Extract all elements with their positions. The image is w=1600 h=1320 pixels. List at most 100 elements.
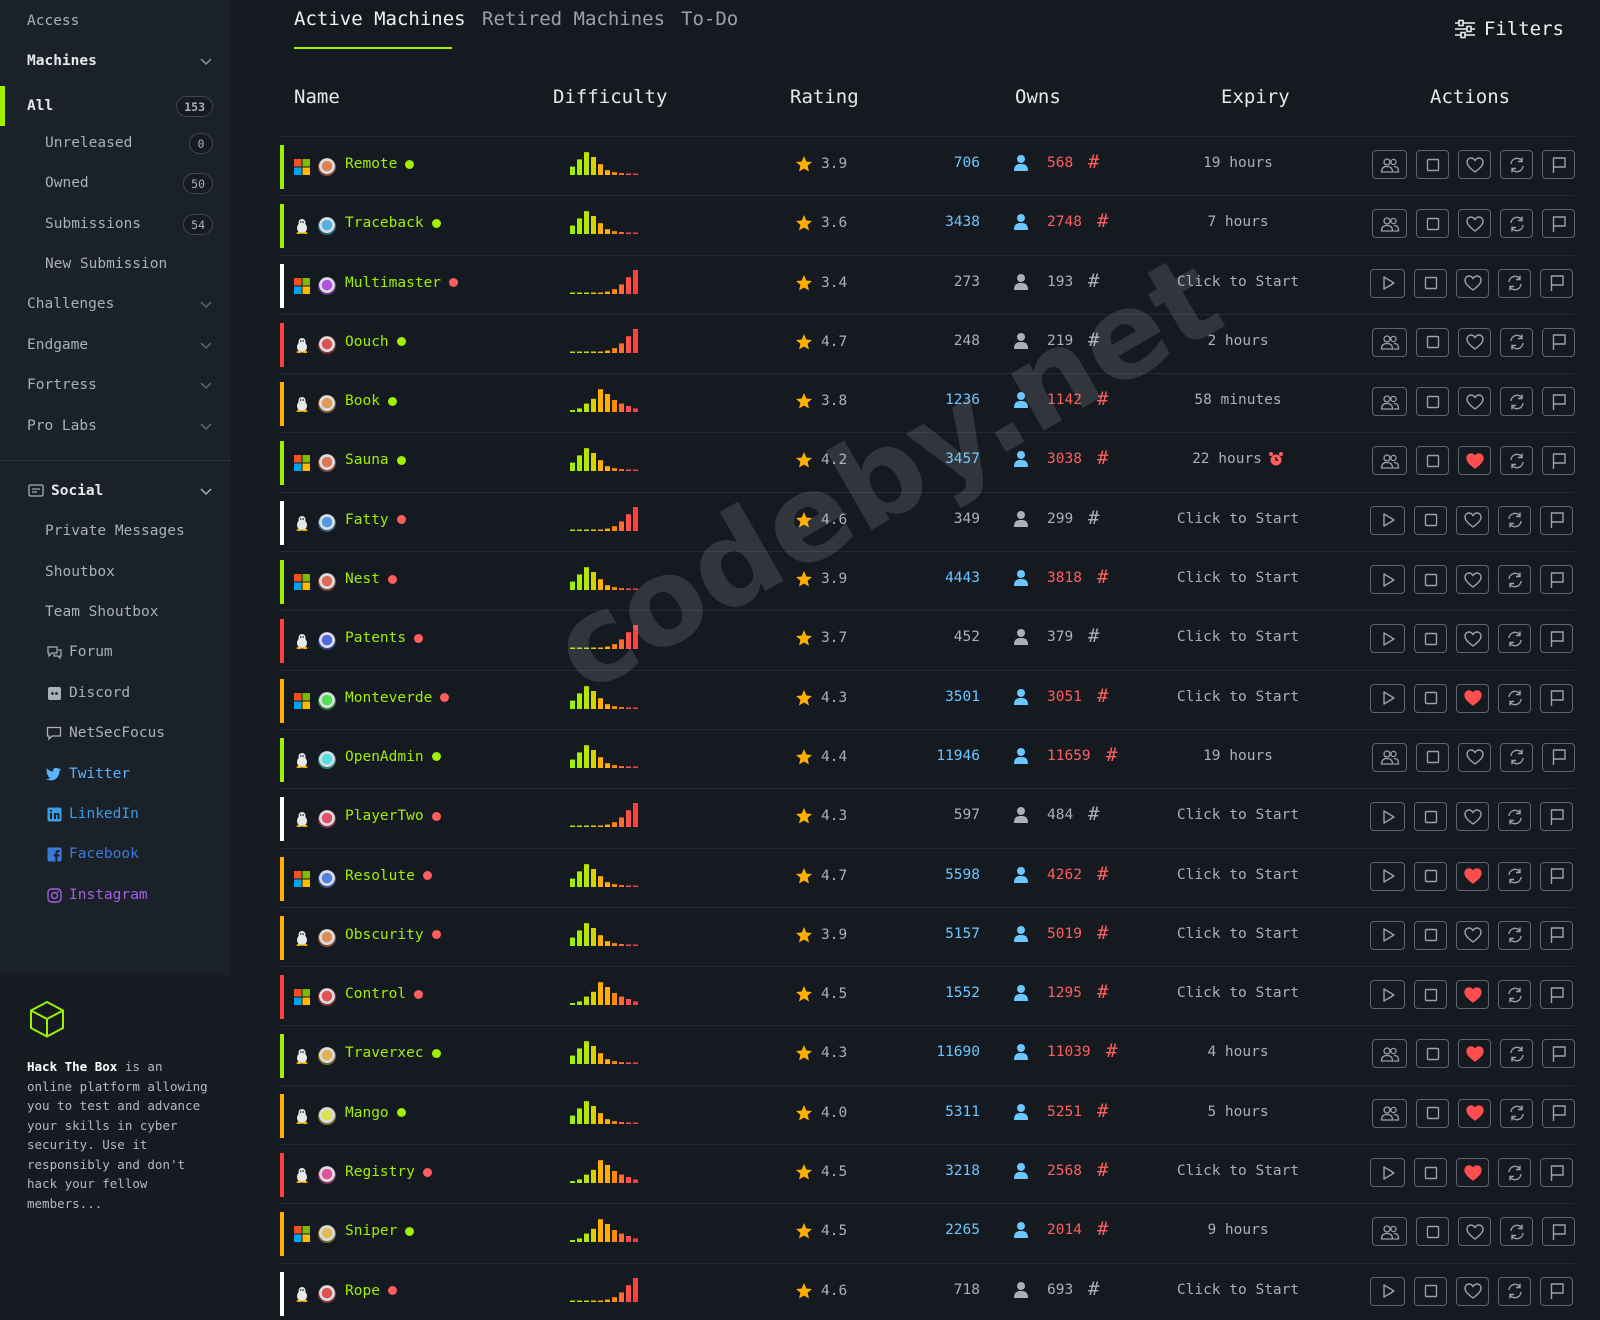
favorite-button[interactable] [1458,742,1491,772]
stop-button[interactable] [1416,327,1449,357]
sidebar-item-team-shoutbox[interactable]: Team Shoutbox [0,596,231,628]
report-button[interactable] [1540,1158,1573,1188]
table-row[interactable]: Resolute 4.7 5598 4262 # Click to Start [280,847,1574,907]
favorite-button[interactable] [1456,1276,1489,1306]
sidebar-item-new-submission[interactable]: New Submission [0,248,231,280]
click-to-start[interactable]: Click to Start [1110,629,1366,645]
stop-button[interactable] [1416,1039,1449,1069]
machine-name-link[interactable]: PlayerTwo [345,808,441,824]
stop-button[interactable] [1414,861,1447,891]
reset-button[interactable] [1498,624,1531,654]
stop-button[interactable] [1416,446,1449,476]
play-button[interactable] [1370,505,1405,535]
machine-name-link[interactable]: Oouch [345,334,406,350]
machine-name-link[interactable]: Obscurity [345,927,441,943]
favorite-button[interactable] [1456,505,1489,535]
table-row[interactable]: Mango 4.0 5311 5251 #5 hours [280,1084,1575,1144]
stop-button[interactable] [1414,268,1447,298]
tab-active-machines[interactable]: Active Machines [294,8,466,44]
report-button[interactable] [1542,209,1575,239]
favorite-button[interactable] [1456,980,1489,1010]
sidebar-item-machines[interactable]: Machines [0,45,231,77]
stop-button[interactable] [1414,505,1447,535]
sidebar-item-discord[interactable]: Discord [0,677,231,709]
table-row[interactable]: Multimaster 3.4 273 193 # Click to Start [280,254,1574,314]
click-to-start[interactable]: Click to Start [1110,511,1366,527]
sidebar-item-social[interactable]: Social [0,475,231,507]
sidebar-item-facebook[interactable]: Facebook [0,838,231,870]
play-button[interactable] [1370,1158,1405,1188]
play-button[interactable] [1370,268,1405,298]
click-to-start[interactable]: Click to Start [1110,274,1366,290]
sidebar-item-unreleased[interactable]: Unreleased 0 [0,127,231,159]
stop-button[interactable] [1414,565,1447,595]
report-button[interactable] [1540,565,1573,595]
report-button[interactable] [1542,446,1575,476]
machine-name-link[interactable]: Mango [345,1105,406,1121]
report-button[interactable] [1542,1217,1575,1247]
stop-button[interactable] [1414,683,1447,713]
team-button[interactable] [1372,1039,1407,1069]
team-button[interactable] [1372,209,1407,239]
stop-button[interactable] [1416,387,1449,417]
favorite-button[interactable] [1456,802,1489,832]
click-to-start[interactable]: Click to Start [1110,926,1366,942]
table-row[interactable]: Control 4.5 1552 1295 # Click to Start [280,966,1574,1025]
reset-button[interactable] [1498,802,1531,832]
play-button[interactable] [1370,565,1405,595]
reset-button[interactable] [1500,1098,1533,1128]
reset-button[interactable] [1498,980,1531,1010]
sidebar-item-instagram[interactable]: Instagram [0,879,231,911]
table-row[interactable]: Oouch 4.7 248 219 #2 hours [280,313,1575,373]
reset-button[interactable] [1500,209,1533,239]
machine-name-link[interactable]: Patents [345,630,424,646]
favorite-button[interactable] [1458,1039,1491,1069]
play-button[interactable] [1370,861,1405,891]
table-row[interactable]: Monteverde 4.3 3501 3051 # Click to Start [280,669,1574,729]
table-row[interactable]: Book 3.8 1236 1142 #58 minutes [280,373,1575,432]
stop-button[interactable] [1416,150,1449,179]
stop-button[interactable] [1414,624,1447,654]
machine-name-link[interactable]: Sniper [345,1223,415,1239]
table-row[interactable]: Nest 3.9 4443 3818 # Click to Start [280,551,1574,610]
reset-button[interactable] [1498,1158,1531,1188]
favorite-button[interactable] [1458,150,1491,179]
report-button[interactable] [1540,505,1573,535]
sidebar-item-linkedin[interactable]: LinkedIn [0,798,231,830]
tab-retired-machines[interactable]: Retired Machines [482,8,665,44]
machine-name-link[interactable]: Sauna [345,452,406,468]
team-button[interactable] [1372,1098,1407,1128]
report-button[interactable] [1540,268,1573,298]
table-row[interactable]: Rope 4.6 718 693 # Click to Start [280,1262,1574,1320]
favorite-button[interactable] [1456,565,1489,595]
table-row[interactable]: Traverxec 4.3 11690 11039 #4 hours [280,1025,1575,1084]
reset-button[interactable] [1498,505,1531,535]
reset-button[interactable] [1500,1039,1533,1069]
report-button[interactable] [1542,150,1575,179]
favorite-button[interactable] [1456,624,1489,654]
table-row[interactable]: Traceback 3.6 3438 2748 #7 hours [280,195,1575,254]
stop-button[interactable] [1416,742,1449,772]
stop-button[interactable] [1414,980,1447,1010]
machine-name-link[interactable]: Traverxec [345,1045,441,1061]
team-button[interactable] [1372,150,1407,179]
report-button[interactable] [1540,920,1573,950]
click-to-start[interactable]: Click to Start [1110,1163,1366,1179]
reset-button[interactable] [1498,565,1531,595]
machine-name-link[interactable]: Registry [345,1164,432,1180]
team-button[interactable] [1372,327,1407,357]
machine-name-link[interactable]: Rope [345,1283,397,1299]
machine-name-link[interactable]: Control [345,986,424,1002]
reset-button[interactable] [1500,387,1533,417]
table-row[interactable]: Registry 4.5 3218 2568 # Click to Start [280,1144,1574,1203]
team-button[interactable] [1372,446,1407,476]
play-button[interactable] [1370,802,1405,832]
sidebar-item-netsecfocus[interactable]: NetSecFocus [0,717,231,749]
machine-name-link[interactable]: Traceback [345,215,441,231]
sidebar-item-forum[interactable]: Forum [0,636,231,668]
click-to-start[interactable]: Click to Start [1110,985,1366,1001]
team-button[interactable] [1372,1217,1407,1247]
play-button[interactable] [1370,1276,1405,1306]
favorite-button[interactable] [1458,209,1491,239]
reset-button[interactable] [1498,268,1531,298]
